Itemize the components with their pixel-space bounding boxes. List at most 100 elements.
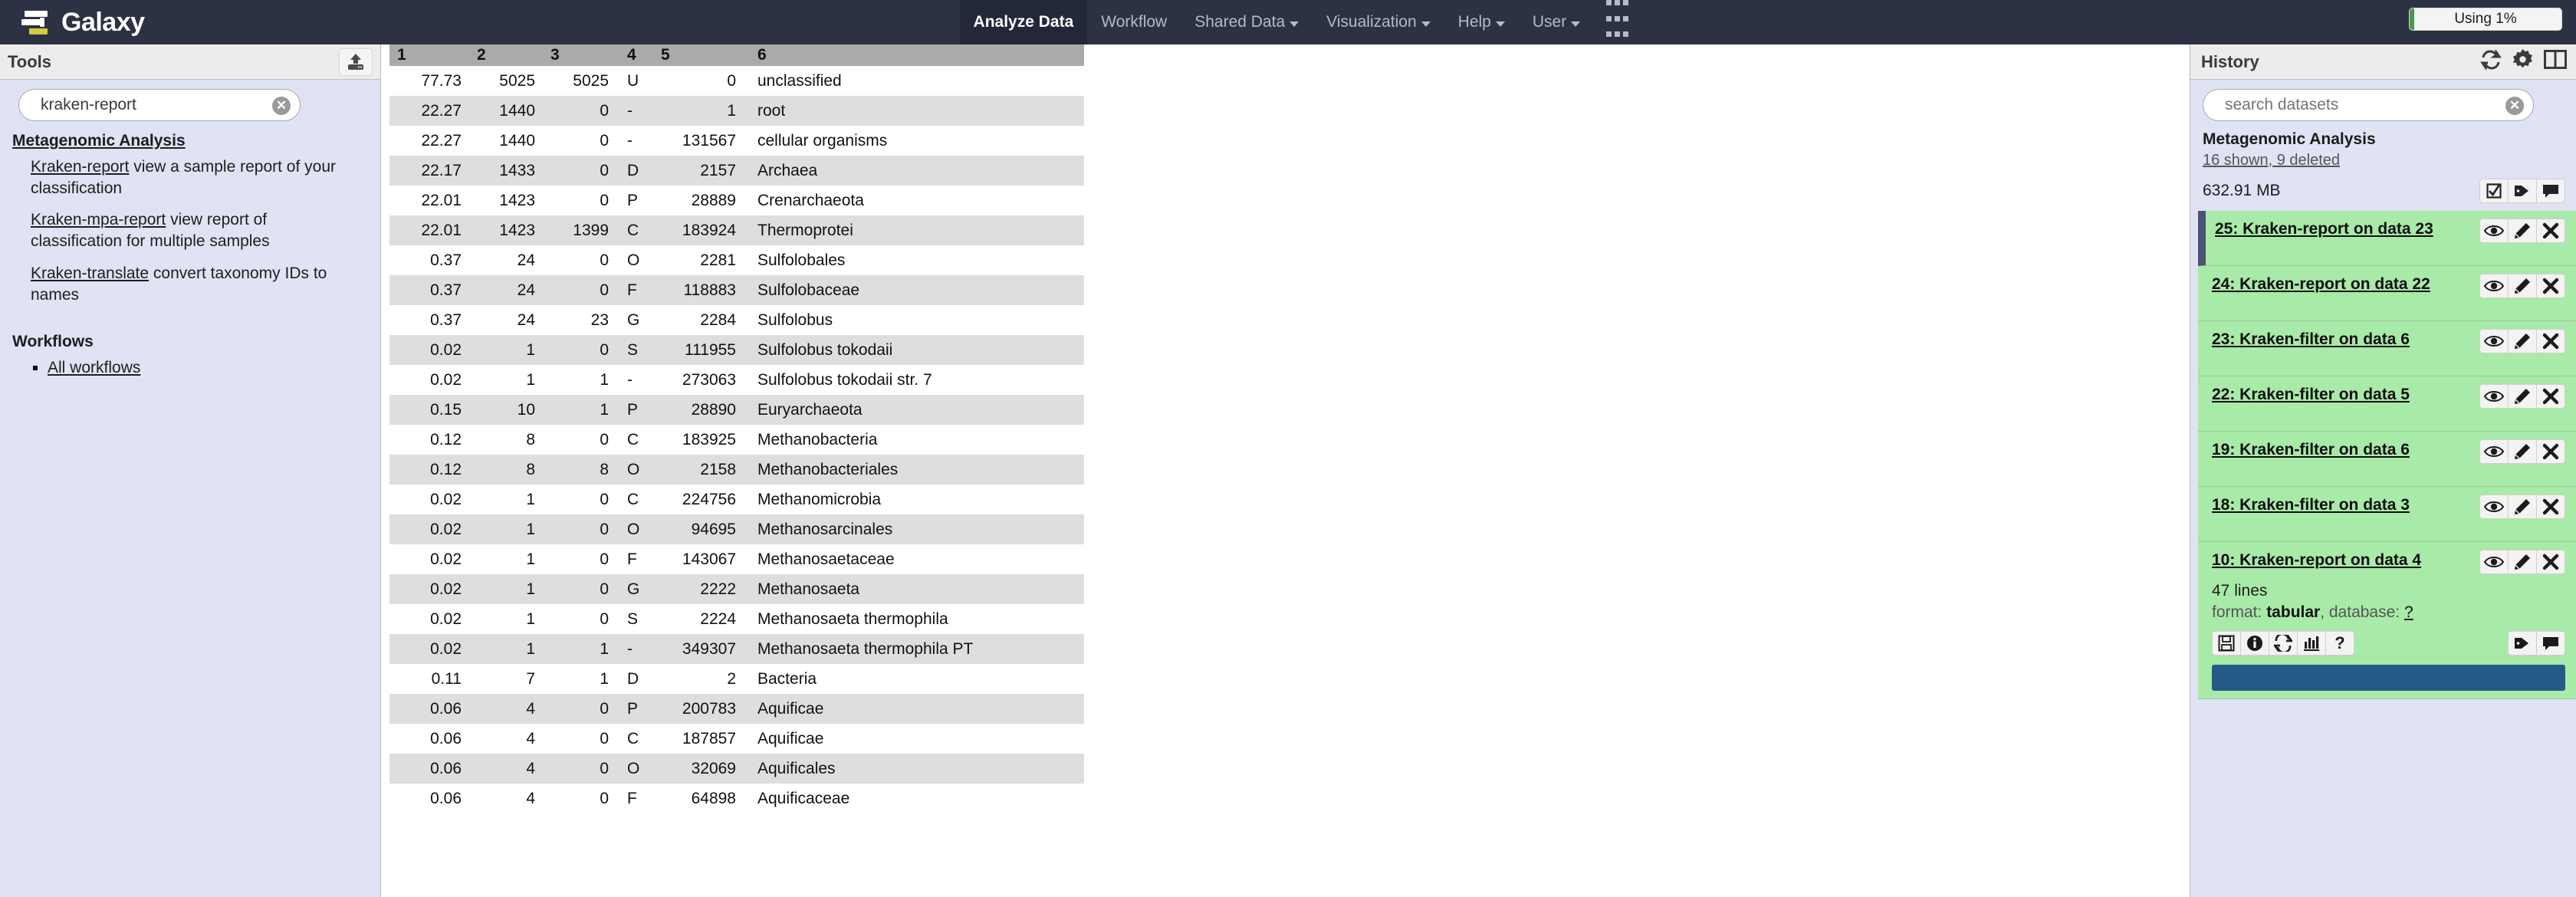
- tool-item-kraken-translate[interactable]: Kraken-translate convert taxonomy IDs to…: [31, 263, 360, 305]
- table-cell-col5: 0: [653, 66, 744, 96]
- history-dataset-item[interactable]: 22: Kraken-filter on data 5: [2198, 376, 2576, 432]
- upload-icon[interactable]: [339, 48, 373, 76]
- history-item-title[interactable]: 22: Kraken-filter on data 5: [2212, 384, 2465, 406]
- table-cell-col4: F: [616, 784, 653, 813]
- table-cell-col3: 0: [543, 604, 616, 634]
- pencil-icon[interactable]: [2508, 329, 2537, 353]
- pencil-icon[interactable]: [2508, 274, 2537, 298]
- checkbox-select-icon[interactable]: [2479, 179, 2509, 203]
- delete-x-icon[interactable]: [2536, 219, 2565, 243]
- tool-item-kraken-report[interactable]: Kraken-report view a sample report of yo…: [31, 156, 360, 199]
- history-search-box[interactable]: ✕: [2203, 89, 2534, 121]
- table-body: 77.73 5025 5025 U 0 unclassified 22.27 1440 0-1 r…: [389, 66, 1084, 813]
- tool-search-box[interactable]: ✕: [18, 89, 301, 121]
- comment-icon[interactable]: [2536, 631, 2565, 656]
- table-cell-col6: Sulfolobales: [744, 245, 1084, 275]
- table-cell-col2: 1: [469, 514, 543, 544]
- workflow-link-all[interactable]: All workflows: [48, 359, 140, 376]
- list-item[interactable]: All workflows: [48, 359, 371, 377]
- pencil-icon[interactable]: [2508, 495, 2537, 519]
- table-cell-col2: 1: [469, 485, 543, 514]
- table-cell-col1: 0.37: [389, 245, 469, 275]
- history-dataset-item[interactable]: 18: Kraken-filter on data 3: [2198, 487, 2576, 542]
- history-dataset-item[interactable]: 24: Kraken-report on data 22: [2198, 266, 2576, 321]
- pencil-icon[interactable]: [2508, 439, 2537, 464]
- nav-item-shared-data[interactable]: Shared Data: [1181, 0, 1313, 44]
- clear-circle-icon[interactable]: ✕: [272, 97, 291, 115]
- delete-x-icon[interactable]: [2536, 384, 2565, 409]
- nav-item-user[interactable]: User: [1519, 0, 1594, 44]
- history-item-title[interactable]: 19: Kraken-filter on data 6: [2212, 439, 2465, 462]
- history-dataset-item[interactable]: 23: Kraken-filter on data 6: [2198, 321, 2576, 376]
- comment-icon[interactable]: [2536, 179, 2565, 203]
- help-question-icon[interactable]: ?: [2325, 631, 2354, 656]
- history-item-row: 24: Kraken-report on data 22: [2212, 274, 2565, 298]
- column-header-5[interactable]: 5: [653, 44, 744, 66]
- brand[interactable]: Galaxy: [0, 0, 145, 44]
- nav-item-visualization[interactable]: Visualization: [1313, 0, 1444, 44]
- columns-icon[interactable]: [2544, 50, 2567, 69]
- history-item-title[interactable]: 25: Kraken-report on data 23: [2215, 219, 2462, 241]
- table-cell-col4: C: [616, 215, 653, 245]
- history-item-title[interactable]: 24: Kraken-report on data 22: [2212, 274, 2465, 296]
- table-cell-col5: 94695: [653, 514, 744, 544]
- tool-search-wrap: ✕: [0, 80, 380, 121]
- tag-icon[interactable]: [2508, 179, 2537, 203]
- search-datasets-input[interactable]: [2225, 96, 2501, 114]
- eye-icon[interactable]: [2479, 274, 2509, 298]
- history-item-row: 19: Kraken-filter on data 6: [2212, 439, 2565, 464]
- quota-meter[interactable]: Using 1%: [2409, 8, 2562, 31]
- delete-x-icon[interactable]: [2536, 329, 2565, 353]
- table-cell-col6: Crenarchaeota: [744, 186, 1084, 215]
- column-header-1[interactable]: 1: [389, 44, 469, 66]
- nav-item-help[interactable]: Help: [1444, 0, 1519, 44]
- delete-x-icon[interactable]: [2536, 439, 2565, 464]
- delete-x-icon[interactable]: [2536, 274, 2565, 298]
- history-dataset-item[interactable]: 19: Kraken-filter on data 6: [2198, 432, 2576, 487]
- tool-name: Kraken-report: [31, 158, 130, 176]
- eye-icon[interactable]: [2479, 219, 2509, 243]
- table-row: 0.12 8 8 O 2158 Methanobacteriales: [389, 455, 1084, 485]
- column-header-4[interactable]: 4: [616, 44, 653, 66]
- nav-item-analyze-data[interactable]: Analyze Data: [959, 0, 1088, 44]
- table-cell-col2: 1: [469, 335, 543, 365]
- pencil-icon[interactable]: [2508, 219, 2537, 243]
- gear-icon[interactable]: [2512, 49, 2533, 70]
- history-name[interactable]: Metagenomic Analysis: [2203, 130, 2565, 149]
- table-cell-col3: 0: [543, 275, 616, 305]
- apps-grid-icon[interactable]: [1594, 0, 1641, 44]
- save-disk-icon[interactable]: [2212, 631, 2241, 656]
- pencil-icon[interactable]: [2508, 550, 2537, 574]
- column-header-6[interactable]: 6: [744, 44, 1084, 66]
- table-cell-col1: 0.02: [389, 514, 469, 544]
- visualize-chart-icon[interactable]: [2297, 631, 2326, 656]
- tool-item-kraken-mpa-report[interactable]: Kraken-mpa-report view report of classif…: [31, 209, 360, 251]
- table-cell-col6: Euryarchaeota: [744, 395, 1084, 425]
- history-item-title[interactable]: 10: Kraken-report on data 4: [2212, 550, 2465, 572]
- eye-icon[interactable]: [2479, 329, 2509, 353]
- history-item-title[interactable]: 18: Kraken-filter on data 3: [2212, 495, 2465, 517]
- column-header-3[interactable]: 3: [543, 44, 616, 66]
- tag-icon[interactable]: [2508, 631, 2537, 656]
- history-dataset-item[interactable]: 25: Kraken-report on data 23: [2198, 211, 2576, 266]
- eye-icon[interactable]: [2479, 550, 2509, 574]
- rerun-icon[interactable]: [2269, 631, 2298, 656]
- nav-item-workflow[interactable]: Workflow: [1087, 0, 1181, 44]
- history-dataset-item[interactable]: 10: Kraken-report on data 4 47 lines forma…: [2198, 542, 2576, 699]
- delete-x-icon[interactable]: [2536, 495, 2565, 519]
- tool-search-input[interactable]: [41, 96, 271, 114]
- table-cell-col1: 0.06: [389, 784, 469, 813]
- history-item-title[interactable]: 23: Kraken-filter on data 6: [2212, 329, 2465, 351]
- delete-x-icon[interactable]: [2536, 550, 2565, 574]
- pencil-icon[interactable]: [2508, 384, 2537, 409]
- info-icon[interactable]: [2240, 631, 2269, 656]
- column-header-2[interactable]: 2: [469, 44, 543, 66]
- table-cell-col6: Archaea: [744, 156, 1084, 186]
- eye-icon[interactable]: [2479, 384, 2509, 409]
- eye-icon[interactable]: [2479, 495, 2509, 519]
- table-cell-col2: 8: [469, 455, 543, 485]
- refresh-icon[interactable]: [2480, 49, 2502, 70]
- clear-circle-icon[interactable]: ✕: [2505, 97, 2524, 115]
- eye-icon[interactable]: [2479, 439, 2509, 464]
- table-cell-col6: Aquificaceae: [744, 784, 1084, 813]
